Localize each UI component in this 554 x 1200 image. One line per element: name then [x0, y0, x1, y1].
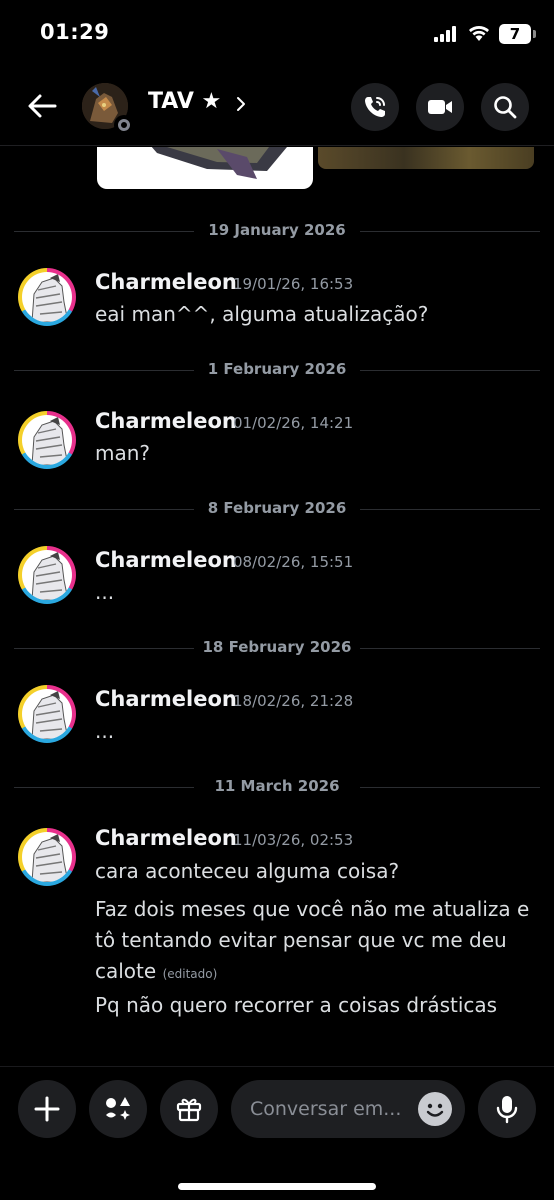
avatar-art	[31, 274, 69, 322]
message-timestamp: 11/03/26, 02:53	[233, 831, 354, 849]
gift-icon	[176, 1098, 202, 1122]
add-attachment-button[interactable]	[18, 1080, 76, 1138]
attachment-image[interactable]	[97, 147, 313, 189]
date-divider: 8 February 2026	[14, 499, 540, 519]
search-icon	[494, 96, 517, 119]
video-camera-icon	[428, 100, 452, 114]
voice-call-button[interactable]	[351, 83, 399, 131]
message-text: Pq não quero recorrer a coisas drásticas	[95, 993, 498, 1017]
apps-button[interactable]	[89, 1080, 147, 1138]
attachment-image[interactable]	[318, 147, 534, 169]
channel-name[interactable]: TAV ★	[148, 89, 221, 114]
message-text-span: calote	[95, 959, 157, 983]
message-input-placeholder: Conversar em...	[250, 1098, 402, 1120]
smiley-icon	[426, 1103, 444, 1117]
date-label: 8 February 2026	[207, 499, 347, 517]
message-text: tô tentando evitar pensar que vc me deu	[95, 928, 507, 952]
channel-header: TAV ★	[0, 72, 554, 146]
battery-tip	[533, 30, 536, 38]
avatar-art	[31, 417, 69, 465]
microphone-icon	[496, 1096, 518, 1124]
message-author[interactable]: Charmeleon	[95, 826, 237, 850]
message-timestamp: 01/02/26, 14:21	[233, 414, 354, 432]
message-text: Faz dois meses que você não me atualiza …	[95, 897, 530, 921]
date-divider: 11 March 2026	[14, 777, 540, 797]
date-label: 1 February 2026	[207, 360, 347, 378]
message-text: ...	[95, 580, 115, 604]
date-divider: 19 January 2026	[14, 221, 540, 241]
avatar-art	[31, 834, 69, 882]
avatar[interactable]	[18, 828, 76, 886]
wifi-icon	[469, 26, 489, 41]
message-timestamp: 08/02/26, 15:51	[233, 553, 354, 571]
search-button[interactable]	[481, 83, 529, 131]
signal-icon	[434, 26, 456, 42]
message-timestamp: 18/02/26, 21:28	[233, 692, 354, 710]
date-divider: 18 February 2026	[14, 638, 540, 658]
avatar[interactable]	[18, 546, 76, 604]
message-text: cara aconteceu alguma coisa?	[95, 859, 400, 883]
gift-button[interactable]	[160, 1080, 218, 1138]
date-label: 18 February 2026	[202, 638, 352, 656]
composer-bar: Conversar em...	[0, 1066, 554, 1200]
message-text: man?	[95, 441, 151, 465]
channel-avatar[interactable]	[82, 83, 134, 135]
avatar[interactable]	[18, 268, 76, 326]
date-label: 19 January 2026	[208, 221, 346, 239]
date-divider: 1 February 2026	[14, 360, 540, 380]
message-input[interactable]: Conversar em...	[231, 1080, 465, 1138]
message-author[interactable]: Charmeleon	[95, 270, 237, 294]
back-button[interactable]	[22, 86, 62, 126]
emoji-button[interactable]	[418, 1092, 452, 1126]
message-author[interactable]: Charmeleon	[95, 687, 237, 711]
chevron-right-icon[interactable]	[234, 94, 248, 114]
voice-message-button[interactable]	[478, 1080, 536, 1138]
date-label: 11 March 2026	[214, 777, 340, 795]
home-indicator[interactable]	[178, 1183, 376, 1190]
avatar[interactable]	[18, 685, 76, 743]
status-bar: 01:29 7	[0, 0, 554, 70]
message-text: eai man^^, alguma atualização?	[95, 302, 429, 326]
edited-label: (editado)	[162, 967, 218, 981]
battery-indicator: 7	[499, 24, 531, 44]
attachment-art	[151, 147, 287, 179]
phone-icon	[365, 97, 385, 117]
apps-icon	[106, 1097, 130, 1120]
arrow-left-icon	[28, 94, 57, 118]
avatar-art	[31, 552, 69, 600]
message-author[interactable]: Charmeleon	[95, 409, 237, 433]
plus-icon	[34, 1096, 60, 1122]
message-timestamp: 19/01/26, 16:53	[233, 275, 354, 293]
message-text: calote (editado)	[95, 956, 217, 989]
avatar-art	[31, 691, 69, 739]
previous-attachments	[0, 147, 554, 192]
offline-status-icon	[114, 115, 134, 135]
video-call-button[interactable]	[416, 83, 464, 131]
status-time: 01:29	[40, 20, 110, 44]
message-author[interactable]: Charmeleon	[95, 548, 237, 572]
avatar[interactable]	[18, 411, 76, 469]
message-text: ...	[95, 719, 115, 743]
